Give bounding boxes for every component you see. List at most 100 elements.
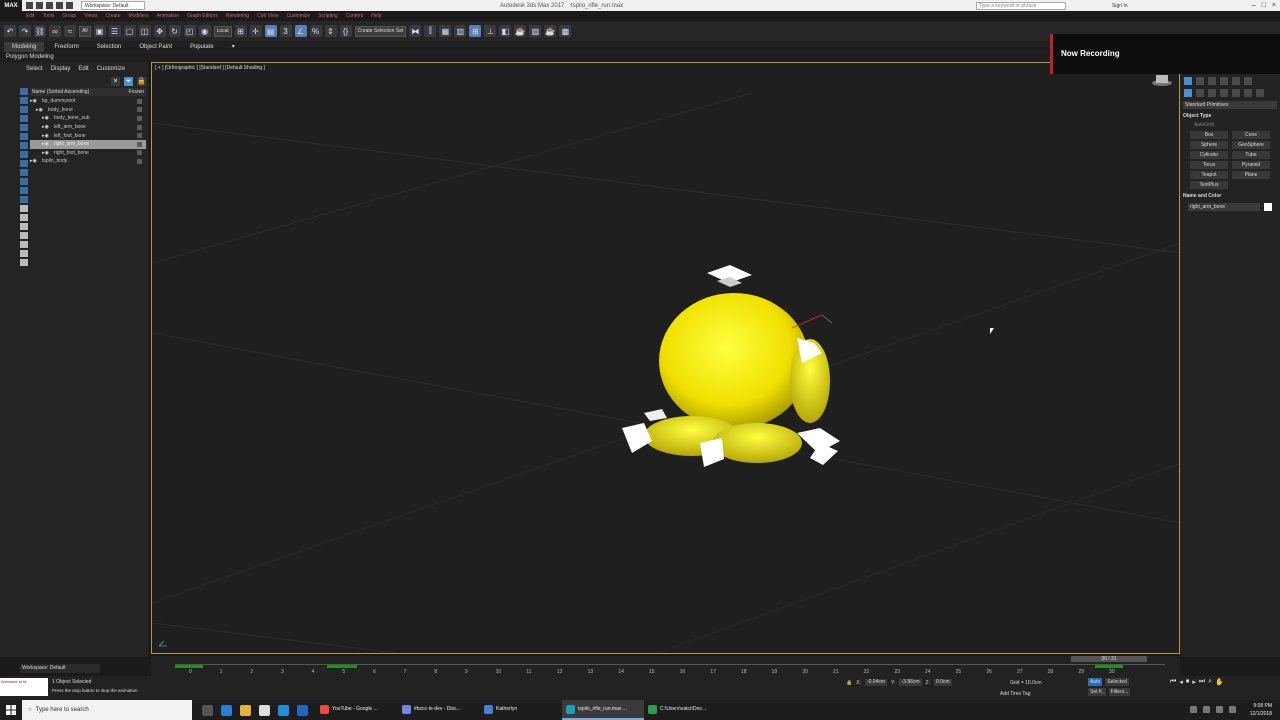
spinner-snap-icon[interactable]: ⇕	[324, 25, 337, 37]
start-button[interactable]	[0, 700, 22, 720]
tree-row[interactable]: ▸◉ body_bone_sub	[30, 114, 146, 123]
hierarchy-tab-icon[interactable]	[1208, 77, 1216, 85]
stop-icon[interactable]: ⏹	[1186, 678, 1190, 686]
object-name-field[interactable]: right_arm_bone	[1188, 203, 1260, 211]
freeze-toggle-icon[interactable]	[137, 98, 142, 104]
object-color-swatch[interactable]	[1264, 203, 1272, 211]
display-bones-icon[interactable]	[20, 160, 28, 167]
pivot-center-icon[interactable]: ⊞	[234, 25, 247, 37]
filter-icon[interactable]: ⏷	[124, 76, 133, 86]
tab-freeform[interactable]: Freeform	[46, 42, 86, 52]
display-geometry-icon[interactable]	[20, 88, 28, 95]
primitive-pyramid-button[interactable]: Pyramid	[1232, 161, 1270, 169]
spacewarps-icon[interactable]	[1244, 89, 1252, 97]
primitive-cylinder-button[interactable]: Cylinder	[1190, 151, 1228, 159]
bind-space-warp-icon[interactable]: ≈	[64, 25, 76, 37]
sync-selection-icon[interactable]	[20, 250, 28, 257]
viewcube-icon[interactable]	[1151, 73, 1173, 87]
menu-content[interactable]: Content	[346, 13, 364, 19]
y-coord-field[interactable]: -3.86cm	[899, 679, 922, 686]
tab-selection[interactable]: Selection	[89, 42, 130, 52]
visibility-eye-icon[interactable]: ▸◉	[42, 141, 54, 147]
tab-populate[interactable]: Populate	[182, 42, 222, 52]
object-type-rollout[interactable]: Object Type	[1183, 113, 1277, 119]
add-time-tag-button[interactable]: Add Time Tag	[1000, 691, 1030, 697]
window-crossing-icon[interactable]: ◫	[138, 25, 151, 37]
percent-snap-icon[interactable]: %	[309, 25, 322, 37]
freeze-toggle-icon[interactable]	[137, 141, 142, 147]
visibility-eye-icon[interactable]: ▸◉	[30, 158, 42, 164]
close-icon[interactable]: ×	[1272, 2, 1276, 9]
tree-row[interactable]: ▸◉ body_bone	[30, 106, 146, 115]
display-all-icon[interactable]	[20, 196, 28, 203]
find-icon[interactable]	[20, 241, 28, 248]
menu-graph-editors[interactable]: Graph Editors	[187, 13, 218, 19]
placement-icon[interactable]: ◉	[198, 25, 211, 37]
menu-rendering[interactable]: Rendering	[226, 13, 249, 19]
rect-selection-icon[interactable]: ▢	[123, 25, 136, 37]
select-rotate-icon[interactable]: ↻	[168, 25, 181, 37]
taskbar-app-button[interactable]: #bzcc-le-dev - Disc...	[398, 700, 480, 720]
undo-icon[interactable]: ↶	[4, 25, 16, 37]
menu-edit[interactable]: Edit	[26, 13, 35, 19]
maxscript-listener[interactable]: Welcome to M	[0, 678, 48, 696]
primitive-tube-button[interactable]: Tube	[1232, 151, 1270, 159]
tree-row[interactable]: ▸◉ left_arm_bone	[30, 123, 146, 132]
freeze-toggle-icon[interactable]	[137, 124, 142, 130]
sign-in-link[interactable]: Sign In	[1112, 3, 1128, 9]
display-none-icon[interactable]	[20, 205, 28, 212]
systems-icon[interactable]	[1256, 89, 1264, 97]
render-setup-icon[interactable]: ☕	[514, 25, 527, 37]
visibility-eye-icon[interactable]: ▸◉	[42, 124, 54, 130]
angle-snap-icon[interactable]: ∠	[294, 25, 307, 37]
menu-civil-view[interactable]: Civil View	[257, 13, 279, 19]
selection-filter-dropdown[interactable]: All	[79, 25, 91, 37]
tree-row[interactable]: ▸◉ right_arm_bone	[30, 139, 146, 149]
track-bar[interactable]: 0 1 2 3 4 5 6 7 8 9 10 11 12 13 14 15 16 17 18 19 20 21 22 23 24…	[175, 664, 1165, 675]
tab-object-paint[interactable]: Object Paint	[131, 42, 180, 52]
select-scale-icon[interactable]: ◰	[183, 25, 196, 37]
primitive-torus-button[interactable]: Torus	[1190, 161, 1228, 169]
freeze-toggle-icon[interactable]	[137, 115, 142, 121]
pan-icon[interactable]: ✋	[1215, 678, 1224, 686]
edit-named-sets-icon[interactable]: {}	[339, 25, 352, 37]
material-editor-icon[interactable]: ◧	[499, 25, 512, 37]
next-frame-icon[interactable]: ▸	[1192, 678, 1196, 686]
menu-views[interactable]: Views	[84, 13, 97, 19]
display-groups-icon[interactable]	[20, 142, 28, 149]
close-filter-icon[interactable]: ×	[111, 76, 120, 86]
schematic-view-icon[interactable]: ⊥	[484, 25, 497, 37]
visibility-eye-icon[interactable]: ▸◉	[42, 150, 54, 156]
set-key-button[interactable]: Set K.	[1088, 688, 1106, 696]
layer-explorer-icon[interactable]: ▦	[439, 25, 452, 37]
menu-group[interactable]: Group	[62, 13, 76, 19]
redo-icon[interactable]: ↷	[19, 25, 31, 37]
render-production-icon[interactable]: ☕	[544, 25, 557, 37]
mirror-icon[interactable]: ⧓	[409, 25, 422, 37]
freeze-toggle-icon[interactable]	[137, 107, 142, 113]
primitive-cone-button[interactable]: Cone	[1232, 131, 1270, 139]
search-input[interactable]: Type a keyword or phrase	[976, 1, 1066, 10]
display-tab-icon[interactable]	[1232, 77, 1240, 85]
shapes-icon[interactable]	[1196, 89, 1204, 97]
scene-menu-edit[interactable]: Edit	[78, 66, 88, 72]
rendered-frame-icon[interactable]: ▧	[529, 25, 542, 37]
auto-key-button[interactable]: Auto	[1088, 678, 1103, 686]
selected-set-dropdown[interactable]: Selected	[1105, 678, 1129, 686]
file-explorer-icon[interactable]	[240, 704, 251, 716]
taskbar-search[interactable]: ○ Type here to search	[22, 700, 192, 720]
outlook-icon[interactable]	[297, 704, 308, 716]
go-to-end-icon[interactable]: ⏭	[1199, 678, 1205, 686]
x-coord-field[interactable]: -0.04cm	[864, 679, 888, 686]
visibility-eye-icon[interactable]: ▸◉	[36, 107, 48, 113]
lights-icon[interactable]	[1208, 89, 1216, 97]
display-containers-icon[interactable]	[20, 169, 28, 176]
mail-icon[interactable]	[278, 704, 289, 716]
tab-modeling[interactable]: Modeling	[4, 42, 45, 52]
display-influences-icon[interactable]	[20, 232, 28, 239]
lock-selection-icon[interactable]: 🔒	[846, 680, 852, 686]
primitive-sphere-button[interactable]: Sphere	[1190, 141, 1228, 149]
maximize-icon[interactable]: □	[1262, 2, 1266, 9]
taskbar-app-button[interactable]: tspilo_rifle_run.max ...	[562, 700, 644, 720]
utilities-tab-icon[interactable]	[1244, 77, 1252, 85]
